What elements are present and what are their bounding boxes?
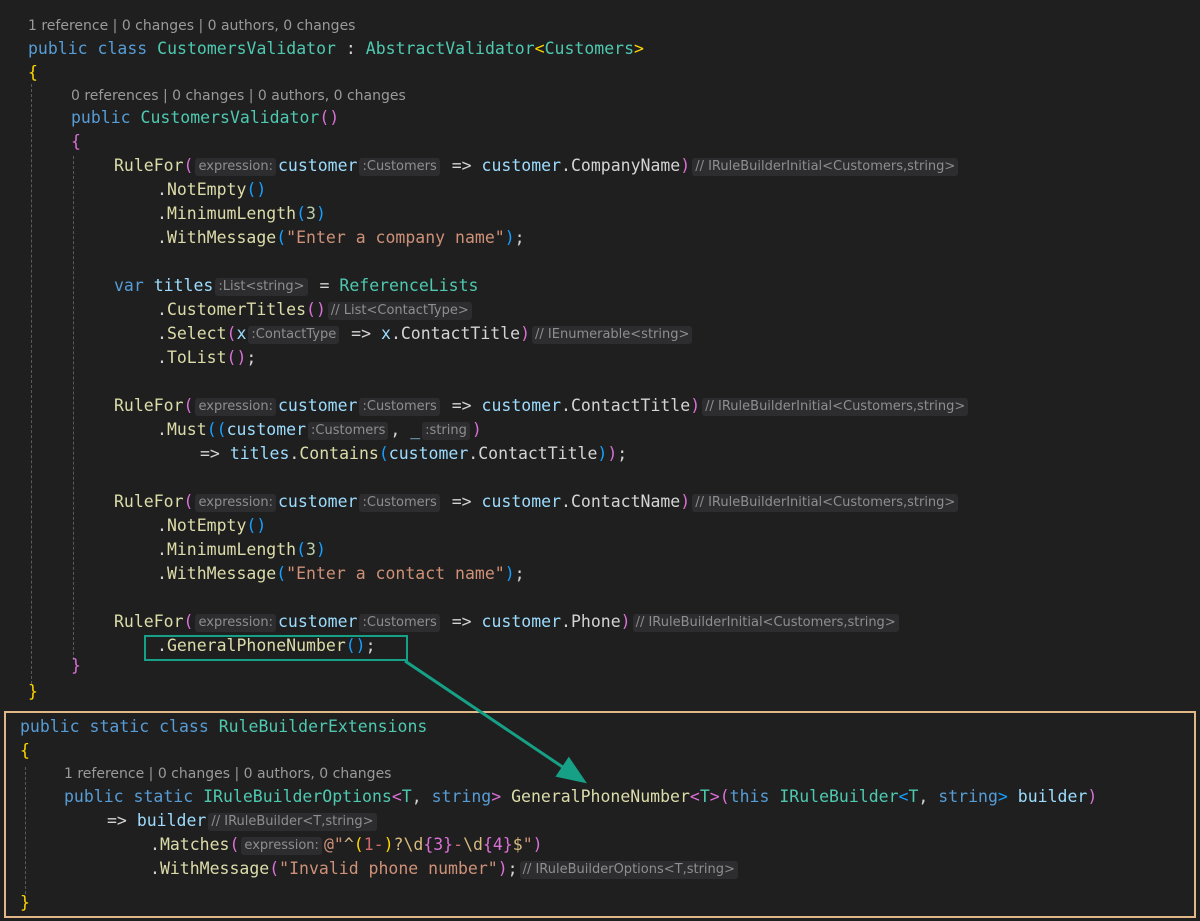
callout-arrow-icon [404, 659, 587, 784]
